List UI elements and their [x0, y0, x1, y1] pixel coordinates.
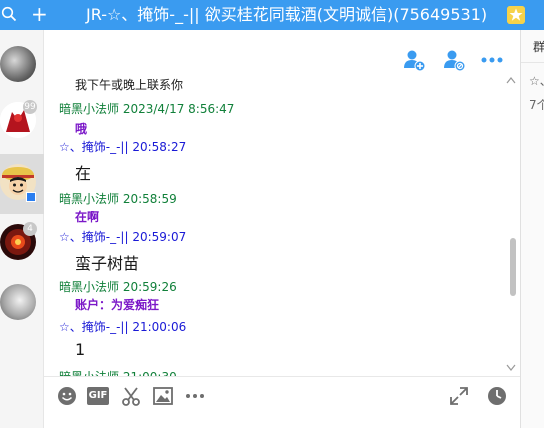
message-text: 在啊 — [75, 210, 100, 224]
message-sender-time: 暗黑小法师 20:59:26 — [59, 280, 177, 294]
scroll-up-icon[interactable] — [506, 76, 516, 84]
message-text: 在 — [75, 164, 92, 183]
window-title: JR-☆、掩饰-_-|| 欲买桂花同载酒(文明诚信)(75649531) — [86, 5, 488, 24]
message-scrollbar-thumb[interactable] — [510, 238, 516, 296]
unread-badge: 4 — [23, 222, 37, 236]
conversation-sidebar: 99 4 — [0, 30, 44, 428]
scroll-down-icon[interactable] — [506, 364, 516, 372]
more-icon[interactable] — [184, 385, 206, 407]
panel-title: 群 — [533, 40, 544, 54]
message-text: 哦 — [75, 122, 88, 136]
message-sender-time: ☆、掩饰-_-|| 20:59:07 — [59, 230, 187, 244]
avatar[interactable] — [0, 284, 36, 320]
add-member-icon[interactable] — [402, 48, 426, 72]
message-sender-time: 暗黑小法师 20:58:59 — [59, 192, 177, 206]
expand-icon[interactable] — [448, 385, 470, 407]
panel-member-count: 7个 — [529, 98, 544, 112]
image-icon[interactable] — [152, 385, 174, 407]
unread-badge: 99 — [23, 100, 37, 114]
message-sender-time: ☆、掩饰-_-|| 21:00:06 — [59, 320, 187, 334]
star-badge-icon[interactable] — [507, 6, 525, 24]
plus-icon[interactable]: + — [31, 4, 49, 24]
remove-member-icon[interactable] — [442, 48, 466, 72]
message-sender-time: 暗黑小法师 2023/4/17 8:56:47 — [59, 102, 235, 116]
gif-icon[interactable]: GIF — [87, 387, 109, 405]
panel-divider — [521, 62, 544, 63]
more-icon[interactable] — [480, 54, 504, 66]
message-text: 账户：为爱痴狂 — [75, 298, 160, 312]
input-toolbar: GIF — [44, 376, 520, 428]
group-info-panel: 群 ☆、 7个 — [520, 30, 544, 428]
avatar[interactable] — [0, 46, 36, 82]
status-dot — [26, 192, 36, 202]
chat-panel: 我下午或晚上联系你暗黑小法师 2023/4/17 8:56:47 哦 ☆、掩饰-_-… — [44, 30, 520, 384]
panel-notice-line: ☆、 — [529, 74, 544, 88]
message-text: 蛮子树苗 — [75, 254, 140, 273]
emoji-icon[interactable] — [56, 385, 78, 407]
search-icon[interactable] — [1, 6, 17, 22]
message-text: 我下午或晚上联系你 — [75, 78, 184, 92]
history-clock-icon[interactable] — [486, 385, 508, 407]
title-bar: + JR-☆、掩饰-_-|| 欲买桂花同载酒(文明诚信)(75649531) — [0, 0, 544, 30]
message-sender-time: ☆、掩饰-_-|| 20:58:27 — [59, 140, 187, 154]
scissors-icon[interactable] — [120, 385, 142, 407]
message-text: 1 — [75, 340, 86, 359]
